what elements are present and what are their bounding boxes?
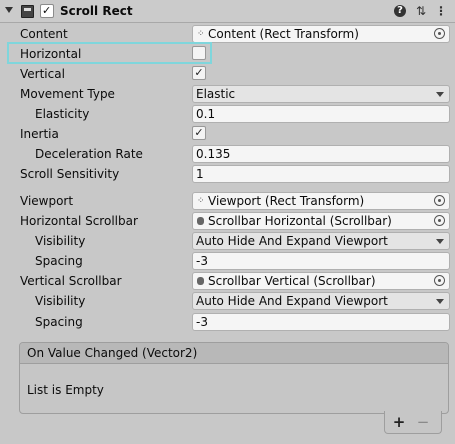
h-spacing-label: Spacing bbox=[35, 254, 83, 268]
scrollbar-icon bbox=[197, 277, 204, 285]
h-spacing-value: -3 bbox=[196, 254, 208, 268]
event-list-tools: + − bbox=[384, 411, 442, 434]
scroll-rect-component-icon bbox=[21, 5, 34, 18]
scroll-sensitivity-input[interactable]: 1 bbox=[192, 165, 450, 183]
horizontal-scrollbar-row: Horizontal Scrollbar Scrollbar Horizonta… bbox=[0, 211, 455, 231]
horizontal-scrollbar-label: Horizontal Scrollbar bbox=[20, 214, 138, 228]
scroll-sensitivity-label: Scroll Sensitivity bbox=[20, 167, 120, 181]
h-spacing-input[interactable]: -3 bbox=[192, 252, 450, 270]
object-picker-icon[interactable] bbox=[434, 195, 445, 206]
content-object-field[interactable]: ⁘ Content (Rect Transform) bbox=[192, 25, 450, 43]
event-empty-text: List is Empty bbox=[27, 383, 104, 397]
elasticity-label: Elasticity bbox=[35, 107, 90, 121]
inertia-label: Inertia bbox=[20, 127, 59, 141]
horizontal-label: Horizontal bbox=[20, 47, 82, 61]
v-visibility-row: Visibility Auto Hide And Expand Viewport bbox=[0, 291, 455, 311]
content-value: Content (Rect Transform) bbox=[208, 27, 359, 41]
movement-type-row: Movement Type Elastic bbox=[0, 84, 455, 104]
presets-icon[interactable]: ⇅ bbox=[414, 4, 428, 18]
viewport-object-field[interactable]: ⁘ Viewport (Rect Transform) bbox=[192, 192, 450, 210]
horizontal-row: Horizontal bbox=[0, 44, 455, 64]
v-visibility-label: Visibility bbox=[35, 294, 86, 308]
component-enabled-checkbox[interactable]: ✓ bbox=[40, 4, 54, 18]
deceleration-rate-label: Deceleration Rate bbox=[35, 147, 143, 161]
h-visibility-dropdown[interactable]: Auto Hide And Expand Viewport bbox=[192, 232, 450, 250]
scroll-sensitivity-row: Scroll Sensitivity 1 bbox=[0, 164, 455, 184]
deceleration-rate-value: 0.135 bbox=[196, 147, 231, 161]
add-listener-button[interactable]: + bbox=[389, 412, 409, 432]
movement-type-label: Movement Type bbox=[20, 87, 115, 101]
content-label: Content bbox=[20, 27, 68, 41]
horizontal-scrollbar-object-field[interactable]: Scrollbar Horizontal (Scrollbar) bbox=[192, 212, 450, 230]
object-picker-icon[interactable] bbox=[434, 275, 445, 286]
vertical-label: Vertical bbox=[20, 67, 65, 81]
v-visibility-dropdown[interactable]: Auto Hide And Expand Viewport bbox=[192, 292, 450, 310]
component-title: Scroll Rect bbox=[60, 4, 133, 18]
movement-type-value: Elastic bbox=[196, 87, 236, 101]
remove-listener-button[interactable]: − bbox=[413, 412, 433, 432]
check-icon: ✓ bbox=[194, 126, 204, 139]
chevron-down-icon bbox=[436, 299, 444, 304]
chevron-down-icon bbox=[436, 239, 444, 244]
inertia-row: Inertia ✓ bbox=[0, 124, 455, 144]
vertical-scrollbar-label: Vertical Scrollbar bbox=[20, 274, 122, 288]
inertia-checkbox[interactable]: ✓ bbox=[192, 126, 206, 140]
rect-transform-icon: ⁘ bbox=[197, 196, 205, 206]
event-header: On Value Changed (Vector2) bbox=[20, 343, 448, 364]
viewport-label: Viewport bbox=[20, 194, 74, 208]
h-spacing-row: Spacing -3 bbox=[0, 251, 455, 271]
kebab-menu-icon[interactable]: ⋮ bbox=[434, 4, 448, 18]
h-visibility-row: Visibility Auto Hide And Expand Viewport bbox=[0, 231, 455, 251]
v-visibility-value: Auto Hide And Expand Viewport bbox=[196, 294, 388, 308]
elasticity-value: 0.1 bbox=[196, 107, 216, 121]
scrollbar-icon bbox=[197, 217, 204, 225]
help-icon[interactable]: ? bbox=[394, 5, 406, 17]
elasticity-row: Elasticity 0.1 bbox=[0, 104, 455, 124]
rect-transform-icon: ⁘ bbox=[197, 29, 205, 39]
vertical-scrollbar-object-field[interactable]: Scrollbar Vertical (Scrollbar) bbox=[192, 272, 450, 290]
v-spacing-value: -3 bbox=[196, 315, 208, 329]
deceleration-rate-input[interactable]: 0.135 bbox=[192, 145, 450, 163]
check-icon: ✓ bbox=[194, 66, 204, 79]
scroll-sensitivity-value: 1 bbox=[196, 167, 204, 181]
object-picker-icon[interactable] bbox=[434, 28, 445, 39]
h-visibility-label: Visibility bbox=[35, 234, 86, 248]
component-header: ✓ Scroll Rect ? ⇅ ⋮ bbox=[0, 0, 455, 23]
horizontal-checkbox[interactable] bbox=[192, 46, 206, 60]
vertical-row: Vertical ✓ bbox=[0, 64, 455, 84]
content-row: Content ⁘ Content (Rect Transform) bbox=[0, 24, 455, 44]
h-visibility-value: Auto Hide And Expand Viewport bbox=[196, 234, 388, 248]
v-spacing-row: Spacing -3 bbox=[0, 312, 455, 332]
movement-type-dropdown[interactable]: Elastic bbox=[192, 85, 450, 103]
object-picker-icon[interactable] bbox=[434, 215, 445, 226]
elasticity-input[interactable]: 0.1 bbox=[192, 105, 450, 123]
vertical-scrollbar-value: Scrollbar Vertical (Scrollbar) bbox=[208, 274, 376, 288]
viewport-row: Viewport ⁘ Viewport (Rect Transform) bbox=[0, 191, 455, 211]
vertical-scrollbar-row: Vertical Scrollbar Scrollbar Vertical (S… bbox=[0, 271, 455, 291]
v-spacing-input[interactable]: -3 bbox=[192, 313, 450, 331]
vertical-checkbox[interactable]: ✓ bbox=[192, 66, 206, 80]
chevron-down-icon bbox=[436, 92, 444, 97]
foldout-triangle-icon[interactable] bbox=[5, 7, 13, 13]
event-title: On Value Changed (Vector2) bbox=[27, 346, 198, 360]
check-icon: ✓ bbox=[42, 4, 52, 17]
v-spacing-label: Spacing bbox=[35, 315, 83, 329]
on-value-changed-event: On Value Changed (Vector2) List is Empty bbox=[19, 342, 449, 414]
horizontal-scrollbar-value: Scrollbar Horizontal (Scrollbar) bbox=[208, 214, 392, 228]
viewport-value: Viewport (Rect Transform) bbox=[208, 194, 365, 208]
deceleration-rate-row: Deceleration Rate 0.135 bbox=[0, 144, 455, 164]
